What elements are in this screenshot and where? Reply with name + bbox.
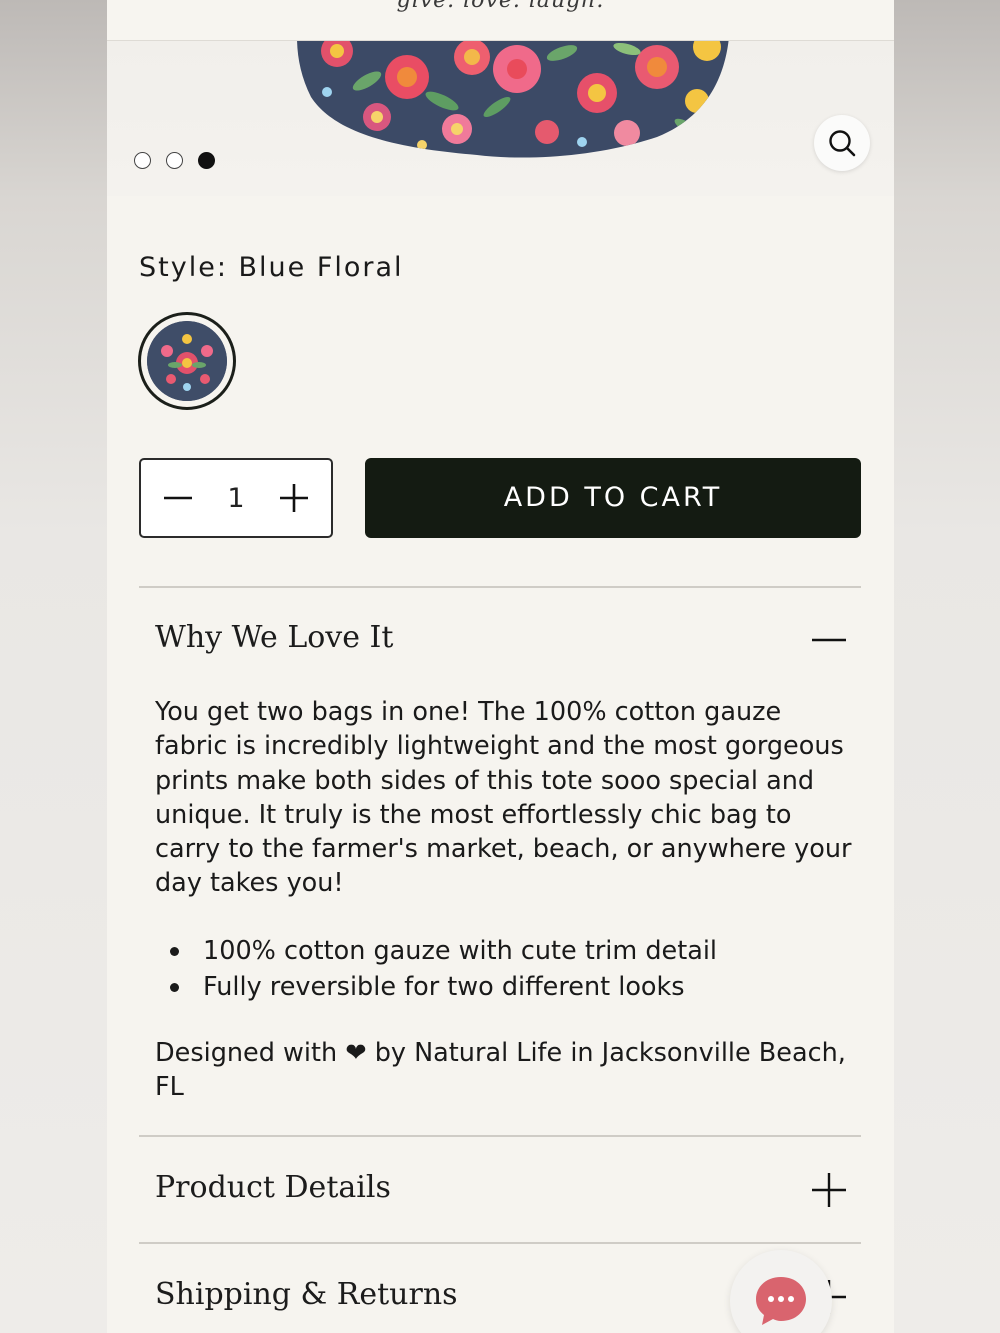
page-backdrop-left — [0, 0, 107, 1333]
brand-logo[interactable]: give. love. laugh. — [107, 0, 894, 13]
product-image — [297, 41, 729, 158]
style-selector-label: Style: Blue Floral — [139, 252, 404, 283]
feature-list-item: 100% cotton gauze with cute trim detail — [155, 933, 855, 969]
quantity-stepper: 1 — [139, 458, 333, 538]
divider — [139, 1135, 861, 1137]
style-label: Style: — [139, 252, 228, 283]
page-backdrop-right — [893, 0, 1000, 1333]
minus-icon[interactable] — [812, 623, 846, 657]
search-icon — [829, 130, 856, 157]
designed-by-text: Designed with ❤ by Natural Life in Jacks… — [155, 1036, 855, 1105]
divider — [139, 586, 861, 588]
why-we-love-it-description: You get two bags in one! The 100% cotton… — [155, 697, 852, 899]
plus-icon[interactable] — [812, 1173, 846, 1207]
zoom-button[interactable] — [814, 115, 870, 171]
divider — [139, 1242, 861, 1244]
add-to-cart-button[interactable]: ADD TO CART — [365, 458, 861, 538]
feature-list: 100% cotton gauze with cute trim detail … — [155, 933, 855, 1005]
feature-list-item: Fully reversible for two different looks — [155, 969, 855, 1005]
chat-launcher-button[interactable] — [730, 1250, 832, 1333]
gallery-dot-3[interactable] — [198, 152, 215, 169]
gallery-dot-1[interactable] — [134, 152, 151, 169]
minus-icon[interactable] — [163, 483, 193, 513]
chat-bubble-icon — [756, 1277, 806, 1325]
gallery-dot-2[interactable] — [166, 152, 183, 169]
style-swatch-blue-floral[interactable] — [138, 312, 236, 410]
heart-icon: ❤ — [345, 1038, 367, 1068]
quantity-value[interactable]: 1 — [227, 483, 244, 514]
blue-floral-swatch — [147, 321, 227, 401]
product-image-gallery[interactable] — [107, 41, 894, 196]
designed-prefix: Designed with — [155, 1038, 338, 1068]
accordion-why-we-love-it-header[interactable]: Why We Love It — [155, 620, 393, 655]
plus-icon[interactable] — [279, 483, 309, 513]
accordion-shipping-returns-header[interactable]: Shipping & Returns — [155, 1277, 458, 1312]
product-page: give. love. laugh. Style: Blue Floral 1 … — [107, 0, 894, 1333]
gallery-pagination — [134, 152, 215, 169]
accordion-product-details-header[interactable]: Product Details — [155, 1170, 391, 1205]
site-header: give. love. laugh. — [107, 0, 894, 41]
style-value: Blue Floral — [238, 252, 404, 283]
